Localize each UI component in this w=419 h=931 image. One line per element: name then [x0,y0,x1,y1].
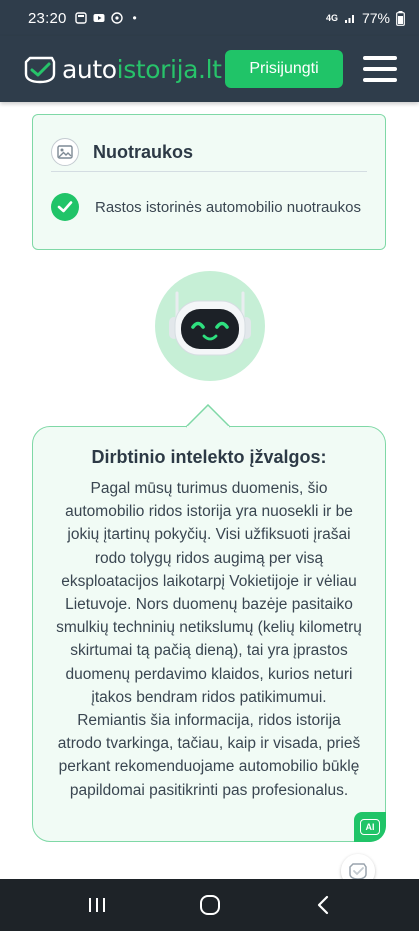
android-navigation-bar [0,879,419,931]
card-divider [51,171,367,172]
robot-avatar [155,271,265,381]
network-4g-icon: 4G [325,12,338,23]
youtube-icon [93,14,105,22]
recent-apps-icon[interactable] [77,885,117,925]
logo-text: autoistorija.lt [62,55,222,84]
ai-insights-bubble: Dirbtinio intelekto įžvalgos: Pagal mūsų… [32,426,386,842]
messenger-icon [110,12,123,24]
site-logo[interactable]: autoistorija.lt [22,54,222,84]
menu-line [363,67,397,71]
signal-icon [344,15,354,23]
bubble-tail [186,404,230,428]
menu-line [363,78,397,82]
image-icon [51,138,79,166]
battery-percent: 77% [361,10,390,26]
check-circle-icon [51,193,79,221]
status-time: 23:20 [28,9,67,27]
logo-text-auto: auto [62,54,117,84]
ai-badge: AI [354,812,386,842]
site-header: autoistorija.lt Prisijungti [0,36,419,102]
photos-card-title: Nuotraukos [93,141,194,162]
logo-text-istorija: istorija.lt [116,54,222,84]
menu-line [363,56,397,60]
photos-card-header: Nuotraukos [33,115,385,173]
login-button[interactable]: Prisijungti [225,50,343,88]
status-dot: • [132,11,137,25]
notification-icon [74,12,87,24]
logo-icon [24,56,56,84]
photos-card: Nuotraukos Rastos istorinės automobilio … [32,114,386,250]
hamburger-menu-icon[interactable] [363,56,397,82]
back-icon[interactable] [303,885,343,925]
robot-icon [169,291,251,356]
status-bar: 23:20 • 4G 77% [0,0,419,36]
ai-badge-label: AI [360,819,380,835]
photos-found-item: Rastos istorinės automobilio nuotraukos [51,193,361,221]
battery-icon [396,10,405,26]
ai-insights-title: Dirbtinio intelekto įžvalgos: [91,447,327,467]
ai-insights-text: Pagal mūsų turimus duomenis, šio automob… [56,480,362,799]
photos-found-text: Rastos istorinės automobilio nuotraukos [95,198,361,216]
home-icon[interactable] [190,885,230,925]
